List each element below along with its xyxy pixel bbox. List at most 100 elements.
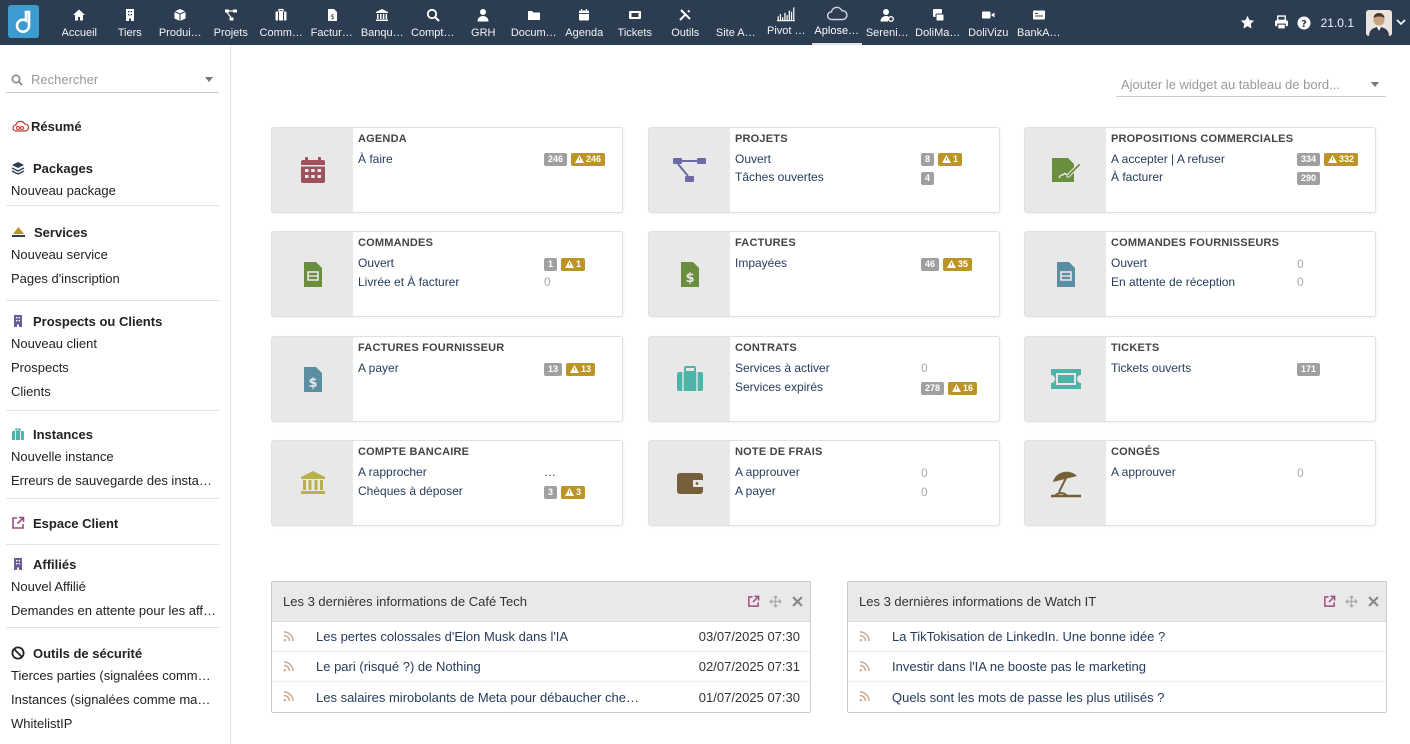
rss-link[interactable]: Les salaires mirobolants de Meta pour dé… <box>316 690 639 705</box>
sidebar-item-prospects[interactable]: Prospects <box>6 356 219 380</box>
sidebar-item-nouvelle-instance[interactable]: Nouvelle instance <box>6 445 219 469</box>
print-icon[interactable] <box>1273 14 1291 32</box>
sidebar-item-whitelistip[interactable]: WhitelistIP <box>6 712 219 736</box>
bank-icon[interactable] <box>272 441 353 525</box>
box-link-a-accepter[interactable]: A accepter | A refuser <box>1111 152 1225 166</box>
sidebar-item-resume[interactable]: Résumé <box>6 115 219 137</box>
menu-commercial[interactable]: Comm… <box>256 0 307 45</box>
menu-site-a[interactable]: Site A… <box>711 0 762 45</box>
rss-row[interactable]: Les salaires mirobolants de Meta pour dé… <box>272 682 810 712</box>
order-document-icon[interactable] <box>272 232 353 316</box>
box-link-livree-a-facturer[interactable]: Livrée et À facturer <box>358 275 459 289</box>
box-link-taches-ouvertes[interactable]: Tâches ouvertes <box>735 170 824 184</box>
help-icon[interactable]: ? <box>1295 14 1313 32</box>
menu-banque[interactable]: Banqu… <box>357 0 408 45</box>
box-link-cheques-deposer[interactable]: Chèques à déposer <box>358 484 463 498</box>
menu-facturation[interactable]: $ Factur… <box>307 0 358 45</box>
sidebar-head-packages[interactable]: Packages <box>6 157 219 179</box>
box-link-a-approuver[interactable]: A approuver <box>1111 465 1176 479</box>
badge-group[interactable]: 246 246 <box>544 153 609 166</box>
supplier-order-icon[interactable] <box>1025 232 1106 316</box>
menu-serenity[interactable]: Sereni… <box>862 0 913 45</box>
box-link-ouvert[interactable]: Ouvert <box>1111 256 1147 270</box>
sidebar-head-affilies[interactable]: Affiliés <box>6 553 219 575</box>
sidebar-item-clients[interactable]: Clients <box>6 380 219 404</box>
box-link-ouvert[interactable]: Ouvert <box>358 256 394 270</box>
contract-suitcase-icon[interactable] <box>649 337 730 421</box>
user-avatar[interactable] <box>1366 9 1392 36</box>
menu-tickets[interactable]: Tickets <box>610 0 661 45</box>
sidebar-head-securite[interactable]: Outils de sécurité <box>6 642 219 664</box>
sidebar-item-instances-signalees[interactable]: Instances (signalées comme ma… <box>6 688 219 712</box>
supplier-invoice-icon[interactable]: $ <box>272 337 353 421</box>
badge-group[interactable]: 334 332 <box>1297 153 1362 166</box>
box-link-ouvert[interactable]: Ouvert <box>735 152 771 166</box>
zero-count[interactable]: 0 <box>544 275 551 289</box>
box-link-attente-reception[interactable]: En attente de réception <box>1111 275 1235 289</box>
badge-group[interactable]: 8 1 <box>921 153 966 166</box>
dropdown-caret-icon[interactable] <box>205 77 213 82</box>
box-link-a-faire[interactable]: À faire <box>358 152 393 166</box>
external-link-icon[interactable] <box>1322 594 1336 608</box>
close-icon[interactable] <box>1366 594 1380 608</box>
rss-row[interactable]: La TikTokisation de LinkedIn. Une bonne … <box>848 622 1386 652</box>
zero-count[interactable]: 0 <box>1297 257 1304 271</box>
menu-outils[interactable]: Outils <box>660 0 711 45</box>
menu-agenda[interactable]: Agenda <box>559 0 610 45</box>
menu-aplose[interactable]: Aplose… <box>811 0 862 45</box>
menu-accueil[interactable]: Accueil <box>54 0 105 45</box>
external-link-icon[interactable] <box>746 594 760 608</box>
badge-group[interactable]: 171 <box>1297 363 1324 376</box>
menu-dolivizu[interactable]: DoliVizu <box>963 0 1014 45</box>
rss-row[interactable]: Le pari (risqué ?) de Nothing 02/07/2025… <box>272 652 810 682</box>
box-link-a-facturer[interactable]: À facturer <box>1111 170 1163 184</box>
sidebar-search[interactable] <box>6 67 219 93</box>
menu-pivot[interactable]: Pivot … <box>761 0 812 45</box>
badge-group[interactable]: 3 3 <box>544 486 589 499</box>
add-widget-select[interactable]: Ajouter le widget au tableau de bord... <box>1116 73 1386 97</box>
sidebar-item-tierces-parties[interactable]: Tierces parties (signalées comm… <box>6 664 219 688</box>
sidebar-item-demandes-attente[interactable]: Demandes en attente pour les aff… <box>6 599 219 623</box>
zero-count[interactable]: 0 <box>921 466 928 480</box>
menu-banka[interactable]: BankA… <box>1014 0 1065 45</box>
beach-umbrella-icon[interactable] <box>1025 441 1106 525</box>
badge-group[interactable]: 4 <box>921 172 938 185</box>
rss-link[interactable]: Investir dans l'IA ne booste pas le mark… <box>892 659 1146 674</box>
rss-link[interactable]: Le pari (risqué ?) de Nothing <box>316 659 481 674</box>
badge-group[interactable]: 13 13 <box>544 363 599 376</box>
rss-row[interactable]: Les pertes colossales d'Elon Musk dans l… <box>272 622 810 652</box>
chevron-down-icon[interactable] <box>1396 15 1408 30</box>
move-icon[interactable] <box>1344 594 1358 608</box>
zero-count[interactable]: 0 <box>1297 275 1304 289</box>
box-link-services-activer[interactable]: Services à activer <box>735 361 830 375</box>
menu-dolimail[interactable]: DoliMa… <box>913 0 964 45</box>
badge-group[interactable]: 290 <box>1297 172 1324 185</box>
sidebar-item-erreurs-sauvegarde[interactable]: Erreurs de sauvegarde des insta… <box>6 469 219 493</box>
dolibarr-logo[interactable] <box>8 5 39 38</box>
sidebar-item-nouveau-service[interactable]: Nouveau service <box>6 243 219 267</box>
move-icon[interactable] <box>768 594 782 608</box>
badge-group[interactable]: 46 35 <box>921 258 976 271</box>
box-link-a-payer[interactable]: A payer <box>735 484 776 498</box>
badge-group[interactable]: 278 16 <box>921 382 981 395</box>
rss-row[interactable]: Quels sont les mots de passe les plus ut… <box>848 682 1386 712</box>
box-link-a-approuver[interactable]: A approuver <box>735 465 800 479</box>
zero-count[interactable]: 0 <box>921 361 928 375</box>
signature-icon[interactable] <box>1025 128 1106 212</box>
menu-comptabilite[interactable]: Compt… <box>408 0 459 45</box>
menu-grh[interactable]: GRH <box>458 0 509 45</box>
search-input[interactable] <box>31 72 201 87</box>
sidebar-item-nouvel-affilie[interactable]: Nouvel Affilié <box>6 575 219 599</box>
ticket-icon[interactable] <box>1025 337 1106 421</box>
bookmark-star-icon[interactable] <box>1239 14 1257 32</box>
sidebar-head-services[interactable]: Services <box>6 221 219 243</box>
sidebar-head-instances[interactable]: Instances <box>6 423 219 445</box>
invoice-dollar-icon[interactable]: $ <box>649 232 730 316</box>
box-link-a-rapprocher[interactable]: A rapprocher <box>358 465 427 479</box>
sidebar-head-prospects[interactable]: Prospects ou Clients <box>6 310 219 332</box>
zero-count[interactable]: 0 <box>1297 466 1304 480</box>
menu-documents[interactable]: Docum… <box>509 0 560 45</box>
sidebar-item-pages-inscription[interactable]: Pages d'inscription <box>6 267 219 291</box>
box-link-tickets-ouverts[interactable]: Tickets ouverts <box>1111 361 1191 375</box>
menu-tiers[interactable]: Tiers <box>105 0 156 45</box>
